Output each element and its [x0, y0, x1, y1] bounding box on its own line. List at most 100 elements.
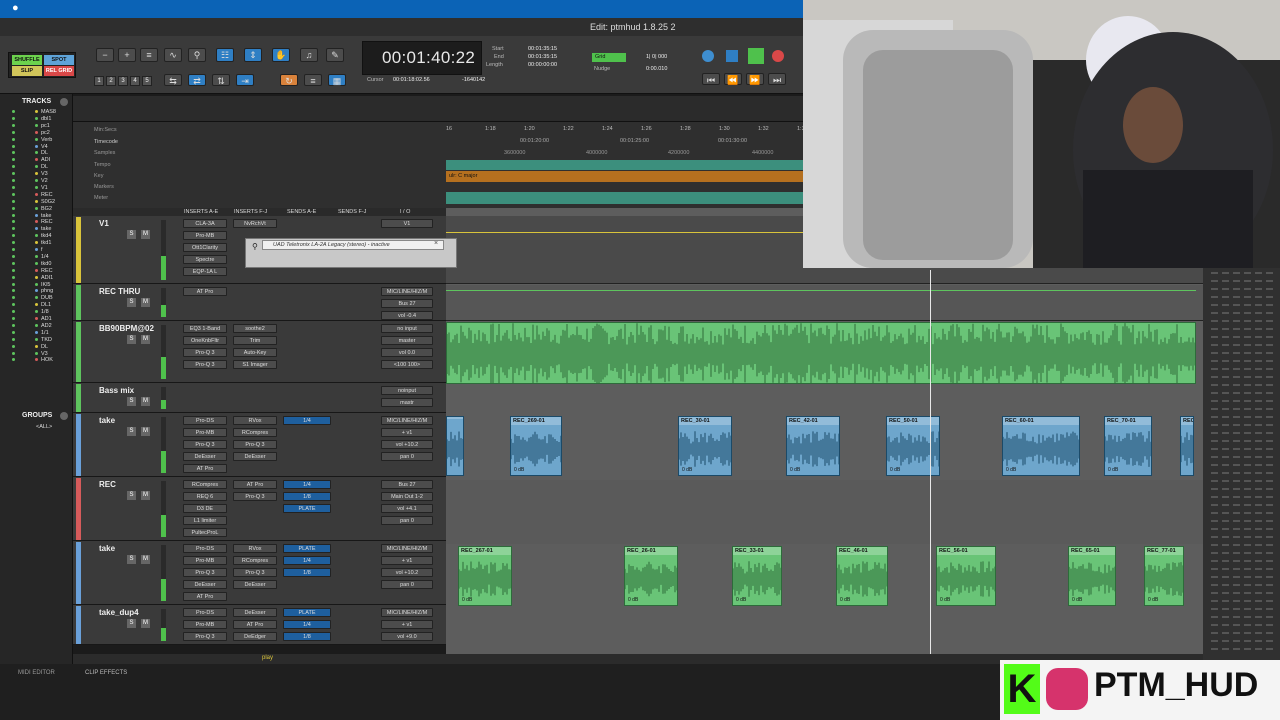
insert-slot[interactable]: AT Pro	[183, 592, 227, 601]
send-slot[interactable]: PLATE	[283, 544, 331, 553]
track-list-item[interactable]: 1/8	[0, 309, 49, 315]
audio-clip[interactable]: REC_77-01 0 dB	[1144, 546, 1184, 606]
io-slot[interactable]: no input	[381, 324, 433, 333]
track-show-icon[interactable]	[12, 165, 15, 169]
key-signature[interactable]: ulr: C major	[446, 171, 803, 182]
track-list-item[interactable]: phng	[0, 289, 53, 294]
tab-to-transient-icon[interactable]: ⇆	[164, 74, 182, 86]
audio-clip[interactable]: REC_46-01 0 dB	[836, 546, 888, 606]
lane-rec[interactable]	[446, 480, 1203, 544]
io-slot[interactable]: vol +10.2	[381, 440, 433, 449]
track-list-item[interactable]: V4	[0, 144, 48, 150]
insert-slot[interactable]: NvRchVt	[233, 219, 277, 228]
insert-slot[interactable]: EQP-1A L	[183, 267, 227, 276]
tempo-lane[interactable]	[446, 160, 803, 170]
grabber-tool-icon[interactable]: ✋	[272, 48, 290, 62]
link-icon-transport[interactable]	[702, 50, 714, 62]
track-show-icon[interactable]	[12, 289, 15, 293]
insert-slot[interactable]: DeEsser	[183, 580, 227, 589]
record-icon[interactable]	[772, 50, 784, 62]
io-slot[interactable]: V1	[381, 219, 433, 228]
insert-slot[interactable]: RCompres	[233, 428, 277, 437]
back-icon[interactable]: ⏪	[724, 73, 742, 85]
insert-slot[interactable]: Pro-MB	[183, 556, 227, 565]
layered-editing-icon[interactable]: ▦	[328, 74, 346, 86]
track-show-icon[interactable]	[12, 268, 15, 272]
track-show-icon[interactable]	[12, 310, 15, 314]
track-list-item[interactable]: AD1	[0, 316, 52, 322]
track-show-icon[interactable]	[12, 330, 15, 334]
track-show-icon[interactable]	[12, 282, 15, 286]
track-list-item[interactable]: tkd4	[0, 233, 51, 239]
insert-slot[interactable]: DeEsser	[183, 452, 227, 461]
solo-button[interactable]: S	[127, 619, 136, 628]
io-slot[interactable]: pan 0	[381, 516, 433, 525]
track-show-icon[interactable]	[12, 234, 15, 238]
insert-slot[interactable]: RVox	[233, 544, 277, 553]
insert-slot[interactable]: DeEsser	[233, 580, 277, 589]
audio-clip[interactable]: REC_42-01 0 dB	[786, 416, 840, 476]
insert-slot[interactable]: AT Pro	[183, 287, 227, 296]
mute-button[interactable]: M	[141, 298, 150, 307]
insert-slot[interactable]: RCompres	[233, 556, 277, 565]
tab-clip-effects[interactable]: CLIP EFFECTS	[85, 670, 127, 676]
track-show-icon[interactable]	[12, 151, 15, 155]
insert-slot[interactable]: Pro-Q 3	[183, 360, 227, 369]
insert-slot[interactable]: Ott1Clarity	[183, 243, 227, 252]
playhead-cursor[interactable]	[930, 270, 931, 660]
track-list-item[interactable]: TKD	[0, 337, 52, 343]
insert-slot[interactable]: DeEdger	[233, 632, 277, 641]
link-track-icon[interactable]: ⇅	[212, 74, 230, 86]
track-show-icon[interactable]	[12, 158, 15, 162]
io-slot[interactable]: noinput	[381, 386, 433, 395]
track-show-icon[interactable]	[12, 179, 15, 183]
main-counter[interactable]: 00:01:40:22	[382, 48, 475, 68]
zoom-out-icon[interactable]: −	[96, 48, 114, 62]
link-icon[interactable]: ∿	[164, 48, 182, 62]
col-io[interactable]: I / O	[400, 209, 410, 215]
audio-clip[interactable]: REC_60-01 0 dB	[1002, 416, 1080, 476]
io-slot[interactable]: Bus 27	[381, 299, 433, 308]
forward-icon[interactable]: ⏩	[746, 73, 764, 85]
magnifier-icon[interactable]: ⚲	[188, 48, 206, 62]
stop-icon[interactable]	[726, 50, 738, 62]
track-list-item[interactable]: DL	[0, 151, 48, 156]
insert-slot[interactable]: CLA-3A	[183, 219, 227, 228]
insert-slot[interactable]: Pro-Q 3	[183, 440, 227, 449]
track-show-icon[interactable]	[12, 192, 15, 196]
mute-button[interactable]: M	[141, 230, 150, 239]
solo-button[interactable]: S	[127, 427, 136, 436]
insert-slot[interactable]: Pro-Q 3	[233, 492, 277, 501]
track-show-icon[interactable]	[12, 227, 15, 231]
tab-midi-editor[interactable]: MIDI EDITOR	[18, 670, 55, 676]
track-list-item[interactable]: ADI	[0, 158, 50, 163]
io-slot[interactable]: + v1	[381, 620, 433, 629]
audio-clip[interactable]: REC_30-01 0 dB	[678, 416, 732, 476]
track-show-icon[interactable]	[12, 317, 15, 321]
send-slot[interactable]: 1/4	[283, 480, 331, 489]
track-list-item[interactable]: V2	[0, 178, 48, 184]
insert-slot[interactable]: EQ3 1-Band	[183, 324, 227, 333]
insert-slot[interactable]: L1 limiter	[183, 516, 227, 525]
insert-slot[interactable]: D3 DE	[183, 504, 227, 513]
meter-lane[interactable]	[446, 192, 803, 204]
audio-clip[interactable]: REC_50-01 0 dB	[886, 416, 940, 476]
mute-button[interactable]: M	[141, 555, 150, 564]
mute-button[interactable]: M	[141, 397, 150, 406]
send-slot[interactable]: PLATE	[283, 504, 331, 513]
insert-slot[interactable]: S1 Imager	[233, 360, 277, 369]
nudge-value[interactable]: 0:00.010	[646, 66, 667, 72]
insert-slot[interactable]: Pro-Q 3	[233, 440, 277, 449]
track-list-item[interactable]: REC	[0, 220, 53, 225]
send-slot[interactable]: 1/8	[283, 632, 331, 641]
io-slot[interactable]: pan 0	[381, 580, 433, 589]
io-slot[interactable]: Bus 27	[381, 480, 433, 489]
track-show-icon[interactable]	[12, 144, 15, 148]
track-name[interactable]: V1	[99, 219, 109, 228]
solo-button[interactable]: S	[127, 555, 136, 564]
mute-button[interactable]: M	[141, 619, 150, 628]
track-show-icon[interactable]	[12, 185, 15, 189]
solo-button[interactable]: S	[127, 230, 136, 239]
insert-slot[interactable]: Pro-MB	[183, 620, 227, 629]
zoom-preset-1[interactable]: 1	[94, 76, 104, 86]
